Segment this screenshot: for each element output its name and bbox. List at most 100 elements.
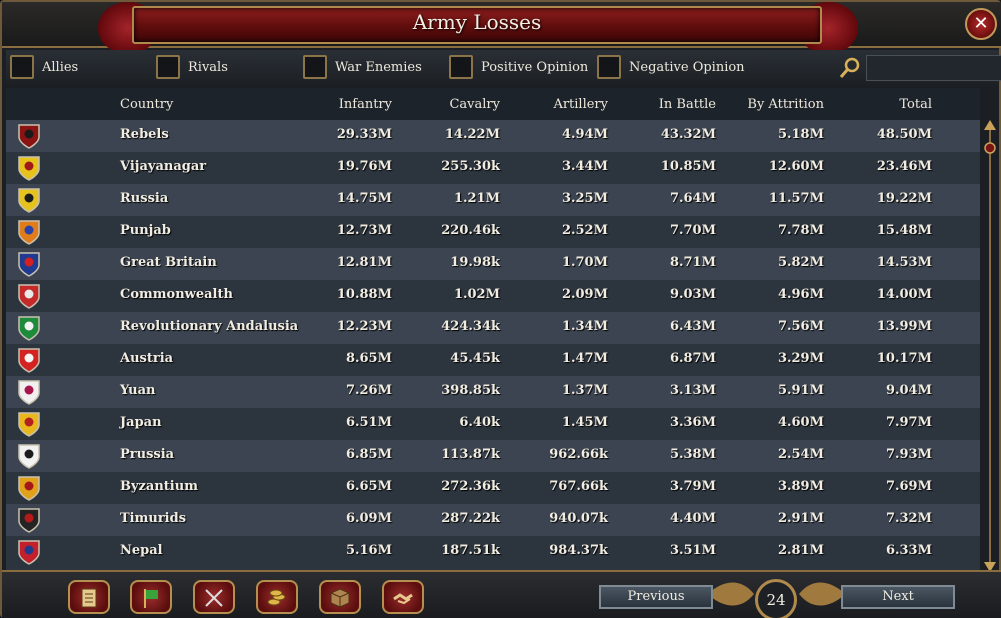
country-flag-icon[interactable] <box>17 283 41 309</box>
ledger-button[interactable] <box>68 580 110 614</box>
search-input[interactable] <box>866 55 1001 81</box>
header-total[interactable]: Total <box>899 97 932 112</box>
table-row[interactable]: Revolutionary Andalusia 12.23M 424.34k 1.34… <box>6 312 980 344</box>
header-country[interactable]: Country <box>120 97 173 112</box>
header-infantry[interactable]: Infantry <box>339 97 392 112</box>
table-row[interactable]: Punjab 12.73M 220.46k 2.52M 7.70M 7.78M 15.48M <box>6 216 980 248</box>
flag-button[interactable] <box>130 580 172 614</box>
table-row[interactable]: Rebels 29.33M 14.22M 4.94M 43.32M 5.18M 48.50M <box>6 120 980 152</box>
cell-country[interactable]: Yuan <box>120 383 155 398</box>
table-row[interactable]: Nepal 5.16M 187.51k 984.37k 3.51M 2.81M 6.33M <box>6 536 980 568</box>
header-cavalry[interactable]: Cavalry <box>449 97 500 112</box>
cell-artillery: 962.66k <box>549 447 608 462</box>
filter-negative-opinion[interactable]: Negative Opinion <box>597 55 745 79</box>
table-row[interactable]: Prussia 6.85M 113.87k 962.66k 5.38M 2.54M 7.93… <box>6 440 980 472</box>
cell-by-attrition: 2.91M <box>777 511 824 526</box>
table-row[interactable]: Yuan 7.26M 398.85k 1.37M 3.13M 5.91M 9.04M <box>6 376 980 408</box>
diplomacy-button[interactable] <box>382 580 424 614</box>
cell-country[interactable]: Austria <box>120 351 173 366</box>
table-row[interactable]: Great Britain 12.81M 19.98k 1.70M 8.71M 5.82M… <box>6 248 980 280</box>
cell-by-attrition: 5.82M <box>777 255 824 270</box>
cell-infantry: 14.75M <box>336 191 392 206</box>
military-button[interactable] <box>193 580 235 614</box>
economy-button[interactable] <box>256 580 298 614</box>
country-flag-icon[interactable] <box>17 251 41 277</box>
cell-country[interactable]: Vijayanagar <box>120 159 206 174</box>
cell-by-attrition: 4.96M <box>777 287 824 302</box>
country-flag-icon[interactable] <box>17 123 41 149</box>
table-row[interactable]: Byzantium 6.65M 272.36k 767.66k 3.79M 3.89M 7.… <box>6 472 980 504</box>
table-row[interactable]: Timurids 6.09M 287.22k 940.07k 4.40M 2.91M 7.3… <box>6 504 980 536</box>
search-icon[interactable] <box>838 56 862 80</box>
country-flag-icon[interactable] <box>17 155 41 181</box>
cell-total: 7.93M <box>885 447 932 462</box>
cell-country[interactable]: Byzantium <box>120 479 198 494</box>
cell-by-attrition: 11.57M <box>768 191 824 206</box>
header-by-attrition[interactable]: By Attrition <box>747 97 824 112</box>
header-in-battle[interactable]: In Battle <box>659 97 716 112</box>
country-flag-icon[interactable] <box>17 443 41 469</box>
cell-artillery: 940.07k <box>549 511 608 526</box>
table-row[interactable]: Commonwealth 10.88M 1.02M 2.09M 9.03M 4.96M 14… <box>6 280 980 312</box>
cell-country[interactable]: Punjab <box>120 223 171 238</box>
filter-war-enemies[interactable]: War Enemies <box>303 55 422 79</box>
cell-country[interactable]: Rebels <box>120 127 169 142</box>
losses-table: Country Infantry Cavalry Artillery In Ba… <box>6 88 980 570</box>
checkbox-icon[interactable] <box>10 55 34 79</box>
cell-country[interactable]: Russia <box>120 191 168 206</box>
cell-by-attrition: 5.18M <box>777 127 824 142</box>
country-flag-icon[interactable] <box>17 219 41 245</box>
filter-positive-opinion[interactable]: Positive Opinion <box>449 55 588 79</box>
cell-by-attrition: 7.78M <box>777 223 824 238</box>
trade-button[interactable] <box>319 580 361 614</box>
cell-country[interactable]: Prussia <box>120 447 174 462</box>
scrollbar[interactable] <box>983 120 997 572</box>
cell-by-attrition: 3.29M <box>777 351 824 366</box>
table-row[interactable]: Austria 8.65M 45.45k 1.47M 6.87M 3.29M 10.17M <box>6 344 980 376</box>
checkbox-icon[interactable] <box>449 55 473 79</box>
cell-infantry: 10.88M <box>336 287 392 302</box>
cell-infantry: 29.33M <box>336 127 392 142</box>
table-header: Country Infantry Cavalry Artillery In Ba… <box>6 88 980 120</box>
country-flag-icon[interactable] <box>17 539 41 565</box>
cell-in-battle: 3.36M <box>669 415 716 430</box>
cell-infantry: 5.16M <box>345 543 392 558</box>
cell-country[interactable]: Commonwealth <box>120 287 233 302</box>
country-flag-icon[interactable] <box>17 475 41 501</box>
close-button[interactable]: ✕ <box>965 8 997 40</box>
cell-artillery: 1.34M <box>561 319 608 334</box>
country-flag-icon[interactable] <box>17 507 41 533</box>
flag-icon <box>144 589 158 608</box>
cell-country[interactable]: Nepal <box>120 543 163 558</box>
cell-country[interactable]: Japan <box>120 415 162 430</box>
checkbox-icon[interactable] <box>303 55 327 79</box>
previous-button[interactable]: Previous <box>599 585 713 609</box>
filter-label: Rivals <box>188 59 228 75</box>
cell-country[interactable]: Revolutionary Andalusia <box>120 319 298 334</box>
checkbox-icon[interactable] <box>156 55 180 79</box>
cell-in-battle: 3.13M <box>669 383 716 398</box>
cell-country[interactable]: Timurids <box>120 511 186 526</box>
filter-label: Negative Opinion <box>629 59 745 75</box>
country-flag-icon[interactable] <box>17 379 41 405</box>
country-flag-icon[interactable] <box>17 347 41 373</box>
next-button[interactable]: Next <box>841 585 955 609</box>
cell-in-battle: 10.85M <box>660 159 716 174</box>
table-row[interactable]: Russia 14.75M 1.21M 3.25M 7.64M 11.57M 19.22M <box>6 184 980 216</box>
cell-infantry: 12.73M <box>336 223 392 238</box>
country-flag-icon[interactable] <box>17 315 41 341</box>
cell-artillery: 2.09M <box>561 287 608 302</box>
table-row[interactable]: Vijayanagar 19.76M 255.30k 3.44M 10.85M 12.60… <box>6 152 980 184</box>
country-flag-icon[interactable] <box>17 187 41 213</box>
country-flag-icon[interactable] <box>17 411 41 437</box>
filter-allies[interactable]: Allies <box>10 55 78 79</box>
checkbox-icon[interactable] <box>597 55 621 79</box>
cell-country[interactable]: Great Britain <box>120 255 217 270</box>
cell-cavalry: 113.87k <box>441 447 500 462</box>
table-row[interactable]: Japan 6.51M 6.40k 1.45M 3.36M 4.60M 7.97M <box>6 408 980 440</box>
cell-cavalry: 14.22M <box>444 127 500 142</box>
cell-by-attrition: 5.91M <box>777 383 824 398</box>
filter-rivals[interactable]: Rivals <box>156 55 228 79</box>
cell-in-battle: 6.43M <box>669 319 716 334</box>
header-artillery[interactable]: Artillery <box>553 97 608 112</box>
